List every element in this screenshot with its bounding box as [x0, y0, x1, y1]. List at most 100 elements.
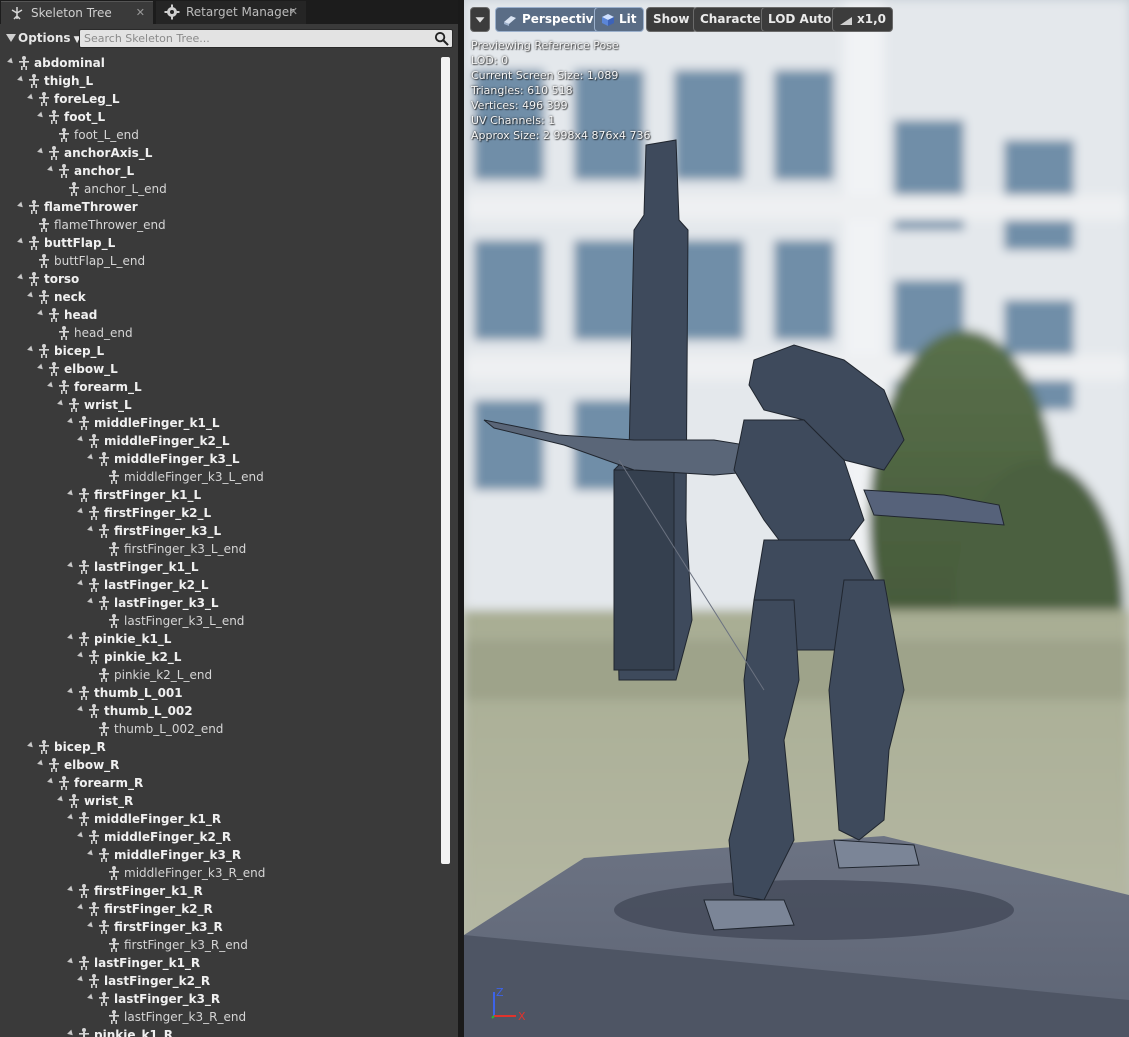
expand-arrow-icon[interactable]: [67, 885, 75, 894]
skeleton-icon: [11, 7, 23, 20]
bone-icon: [76, 631, 92, 647]
search-icon[interactable]: [434, 31, 449, 46]
camera-speed-button[interactable]: x1,0: [832, 7, 893, 32]
bone-icon: [76, 487, 92, 503]
expand-arrow-icon[interactable]: [37, 759, 45, 768]
expand-arrow-icon[interactable]: [27, 93, 35, 102]
lod-button[interactable]: LOD Auto: [761, 7, 839, 32]
tab-retarget-manager-label: Retarget Manager: [186, 5, 295, 19]
expand-arrow-icon[interactable]: [37, 309, 45, 318]
viewport[interactable]: Perspective Lit Show Character LOD Auto …: [464, 0, 1129, 1037]
axis-z-label: Z: [496, 986, 504, 999]
expand-arrow-icon[interactable]: [87, 921, 95, 930]
expand-arrow-icon[interactable]: [37, 147, 45, 156]
bone-label: head_end: [74, 326, 133, 340]
stat-line: Previewing Reference Pose: [471, 39, 619, 52]
bone-icon: [86, 703, 102, 719]
expand-arrow-icon[interactable]: [37, 363, 45, 372]
bone-icon: [46, 145, 62, 161]
search-input[interactable]: [80, 30, 434, 47]
bone-icon: [106, 541, 122, 557]
bone-label: buttFlap_L: [44, 236, 116, 250]
bone-label: thumb_L_002_end: [114, 722, 224, 736]
tab-skeleton-tree-label: Skeleton Tree: [31, 6, 112, 20]
expand-arrow-icon[interactable]: [77, 705, 85, 714]
scrollbar-thumb[interactable]: [441, 57, 450, 864]
bone-icon: [76, 559, 92, 575]
expand-arrow-icon[interactable]: [47, 381, 55, 390]
expand-arrow-icon[interactable]: [87, 597, 95, 606]
expand-arrow-icon[interactable]: [87, 849, 95, 858]
viewport-options-button[interactable]: [470, 7, 490, 32]
bone-label: abdominal: [34, 56, 105, 70]
bone-label: firstFinger_k3_L: [114, 524, 222, 538]
expand-arrow-icon[interactable]: [77, 507, 85, 516]
bone-icon: [46, 109, 62, 125]
expand-arrow-icon[interactable]: [57, 795, 65, 804]
perspective-button[interactable]: Perspective: [495, 7, 609, 32]
bone-icon: [26, 235, 42, 251]
expand-arrow-icon[interactable]: [17, 273, 25, 282]
bone-icon: [86, 433, 102, 449]
expand-arrow-icon[interactable]: [77, 903, 85, 912]
bone-icon: [76, 415, 92, 431]
expand-arrow-icon[interactable]: [47, 777, 55, 786]
expand-arrow-icon[interactable]: [7, 57, 15, 66]
expand-arrow-icon[interactable]: [17, 237, 25, 246]
bone-label: lastFinger_k2_R: [104, 974, 211, 988]
bone-label: firstFinger_k3_L_end: [124, 542, 247, 556]
expand-arrow-icon[interactable]: [67, 633, 75, 642]
tab-retarget-manager[interactable]: Retarget Manager ✕: [156, 1, 306, 24]
expand-arrow-icon[interactable]: [77, 579, 85, 588]
expand-arrow-icon[interactable]: [67, 1029, 75, 1037]
bone-label: lastFinger_k1_L: [94, 560, 199, 574]
expand-arrow-icon[interactable]: [67, 417, 75, 426]
bone-icon: [36, 217, 52, 233]
lit-label: Lit: [619, 12, 637, 26]
axis-gizmo: Z X: [491, 986, 526, 1023]
skeleton-tree: abdominal thigh_L foreLeg_L foot_L foot_L_en…: [0, 54, 440, 1037]
show-button[interactable]: Show: [646, 7, 697, 32]
expand-arrow-icon[interactable]: [27, 741, 35, 750]
bone-icon: [106, 865, 122, 881]
expand-arrow-icon[interactable]: [27, 345, 35, 354]
stat-line: UV Channels: 1: [471, 114, 556, 127]
expand-arrow-icon[interactable]: [67, 489, 75, 498]
expand-arrow-icon[interactable]: [77, 975, 85, 984]
expand-arrow-icon[interactable]: [27, 291, 35, 300]
expand-arrow-icon[interactable]: [87, 453, 95, 462]
expand-arrow-icon[interactable]: [57, 399, 65, 408]
expand-arrow-icon[interactable]: [87, 993, 95, 1002]
bone-label: elbow_R: [64, 758, 120, 772]
expand-arrow-icon[interactable]: [17, 201, 25, 210]
expand-arrow-icon[interactable]: [67, 813, 75, 822]
expand-arrow-icon[interactable]: [87, 525, 95, 534]
bone-icon: [56, 325, 72, 341]
bone-icon: [96, 451, 112, 467]
expand-arrow-icon[interactable]: [77, 831, 85, 840]
expand-arrow-icon[interactable]: [37, 111, 45, 120]
bone-label: thigh_L: [44, 74, 94, 88]
expand-arrow-icon[interactable]: [77, 435, 85, 444]
bone-icon: [76, 955, 92, 971]
bone-label: buttFlap_L_end: [54, 254, 146, 268]
expand-arrow-icon[interactable]: [67, 687, 75, 696]
close-icon[interactable]: ✕: [289, 1, 298, 23]
bone-icon: [56, 379, 72, 395]
expand-arrow-icon[interactable]: [17, 75, 25, 84]
bone-label: pinkie_k2_L: [104, 650, 182, 664]
lit-button[interactable]: Lit: [594, 7, 644, 32]
expand-arrow-icon[interactable]: [77, 651, 85, 660]
tab-skeleton-tree[interactable]: Skeleton Tree ✕: [1, 1, 153, 24]
expand-arrow-icon[interactable]: [67, 957, 75, 966]
bone-label: thumb_L_002: [104, 704, 193, 718]
bone-label: firstFinger_k2_R: [104, 902, 213, 916]
expand-arrow-icon[interactable]: [47, 165, 55, 174]
bone-label: middleFinger_k2_L: [104, 434, 230, 448]
axis-x-label: X: [518, 1010, 526, 1023]
expand-arrow-icon[interactable]: [67, 561, 75, 570]
bone-icon: [96, 595, 112, 611]
close-icon[interactable]: ✕: [136, 2, 145, 24]
bone-icon: [96, 847, 112, 863]
options-button[interactable]: Options ▼: [4, 29, 81, 48]
